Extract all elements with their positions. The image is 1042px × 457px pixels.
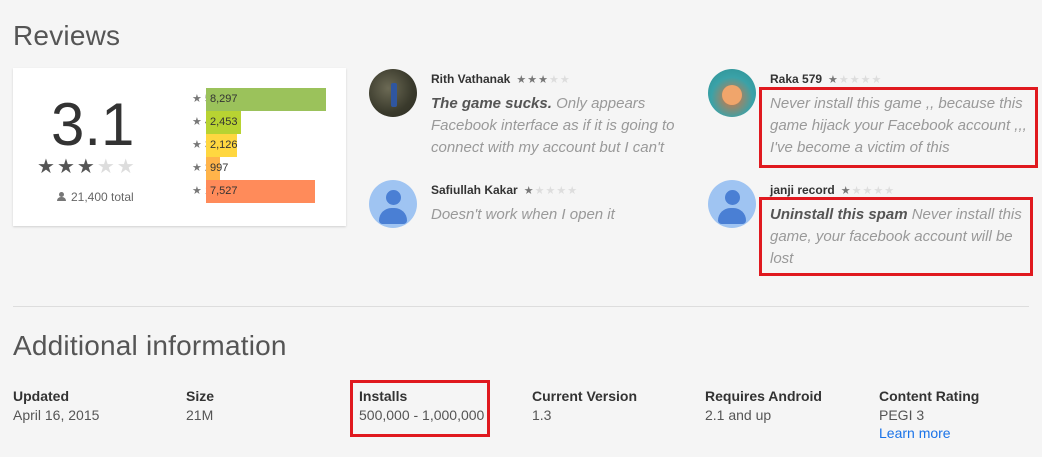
reviewer-name[interactable]: Safiullah Kakar bbox=[431, 183, 518, 197]
avatar[interactable] bbox=[369, 180, 417, 228]
star-icon: ★ bbox=[192, 162, 202, 174]
histogram-count: 8,297 bbox=[210, 93, 238, 105]
average-rating: 3.1 bbox=[51, 91, 135, 158]
reviewer-name[interactable]: Rith Vathanak bbox=[431, 72, 510, 86]
star-icon: ★ bbox=[534, 185, 546, 197]
review-body: Doesn't work when I open it bbox=[431, 206, 615, 223]
star-icon: ★ bbox=[873, 185, 885, 197]
star-icon: ★ bbox=[37, 156, 57, 178]
histogram-count: 997 bbox=[210, 162, 229, 174]
star-icon: ★ bbox=[862, 185, 874, 197]
info-requires-android: Requires Android 2.1 and up bbox=[705, 388, 822, 423]
star-icon: ★ bbox=[527, 74, 539, 86]
info-updated: Updated April 16, 2015 bbox=[13, 388, 99, 423]
info-label: Size bbox=[186, 388, 215, 404]
info-content-rating: Content Rating PEGI 3 Learn more bbox=[879, 388, 979, 441]
total-ratings-text: 21,400 total bbox=[71, 190, 134, 204]
avatar[interactable] bbox=[708, 180, 756, 228]
star-icon: ★ bbox=[192, 116, 202, 128]
additional-info-heading: Additional information bbox=[13, 330, 287, 361]
star-icon: ★ bbox=[871, 74, 883, 86]
reviewer-name[interactable]: janji record bbox=[770, 183, 835, 197]
info-current-version: Current Version 1.3 bbox=[532, 388, 637, 423]
star-icon: ★ bbox=[849, 74, 861, 86]
info-value: PEGI 3 bbox=[879, 407, 925, 423]
info-value: 21M bbox=[186, 407, 214, 423]
reviewer-name[interactable]: Raka 579 bbox=[770, 72, 822, 86]
star-icon: ★ bbox=[538, 74, 549, 86]
star-icon: ★ bbox=[523, 185, 535, 197]
star-icon: ★ bbox=[192, 93, 202, 105]
avatar[interactable] bbox=[369, 69, 417, 117]
review-text: The game sucks. Only appears Facebook in… bbox=[431, 93, 696, 159]
star-icon: ★ bbox=[516, 74, 528, 86]
review-title: The game sucks. bbox=[431, 95, 552, 112]
info-size: Size 21M bbox=[186, 388, 214, 423]
review-stars: ★★★★★ bbox=[516, 74, 570, 86]
rating-summary-card: 3.1 ★★★★★ 21,400 total ★5 8,297 ★4 2,453… bbox=[13, 68, 346, 226]
star-icon: ★ bbox=[851, 185, 863, 197]
info-label: Updated bbox=[13, 388, 69, 404]
star-icon: ★ bbox=[838, 74, 850, 86]
star-icon: ★ bbox=[548, 74, 560, 86]
star-icon: ★ bbox=[884, 185, 896, 197]
star-icon: ★ bbox=[860, 74, 872, 86]
review-text: Doesn't work when I open it bbox=[431, 204, 696, 226]
review-stars: ★★★★★ bbox=[524, 185, 578, 197]
info-label: Current Version bbox=[532, 388, 638, 404]
star-icon: ★ bbox=[56, 156, 77, 178]
learn-more-link[interactable]: Learn more bbox=[879, 425, 979, 441]
review-stars: ★★★★★ bbox=[828, 74, 882, 86]
histogram-count: 2,126 bbox=[210, 139, 238, 151]
histogram-count: 2,453 bbox=[210, 116, 238, 128]
total-ratings: 21,400 total bbox=[57, 190, 134, 204]
star-icon: ★ bbox=[96, 156, 117, 178]
star-icon: ★ bbox=[116, 156, 137, 178]
review-stars: ★★★★★ bbox=[841, 185, 895, 197]
highlight-box bbox=[759, 87, 1038, 168]
divider bbox=[13, 306, 1029, 307]
info-value: 2.1 and up bbox=[705, 407, 772, 423]
info-value: 1.3 bbox=[532, 407, 552, 423]
star-icon: ★ bbox=[828, 74, 839, 86]
highlight-box bbox=[759, 197, 1033, 276]
reviews-heading: Reviews bbox=[13, 20, 121, 51]
star-icon: ★ bbox=[76, 156, 97, 178]
star-icon: ★ bbox=[545, 185, 557, 197]
info-label: Requires Android bbox=[705, 388, 822, 404]
star-icon: ★ bbox=[840, 185, 852, 197]
info-value: April 16, 2015 bbox=[13, 407, 100, 423]
star-icon: ★ bbox=[556, 185, 568, 197]
star-icon: ★ bbox=[567, 185, 579, 197]
info-label: Content Rating bbox=[879, 388, 980, 404]
star-icon: ★ bbox=[192, 185, 202, 197]
average-stars: ★★★★★ bbox=[37, 154, 137, 179]
star-icon: ★ bbox=[192, 139, 202, 151]
histogram-count: 7,527 bbox=[210, 185, 238, 197]
star-icon: ★ bbox=[559, 74, 571, 86]
highlight-box bbox=[350, 380, 490, 437]
avatar[interactable] bbox=[708, 69, 756, 117]
person-icon bbox=[57, 192, 66, 201]
